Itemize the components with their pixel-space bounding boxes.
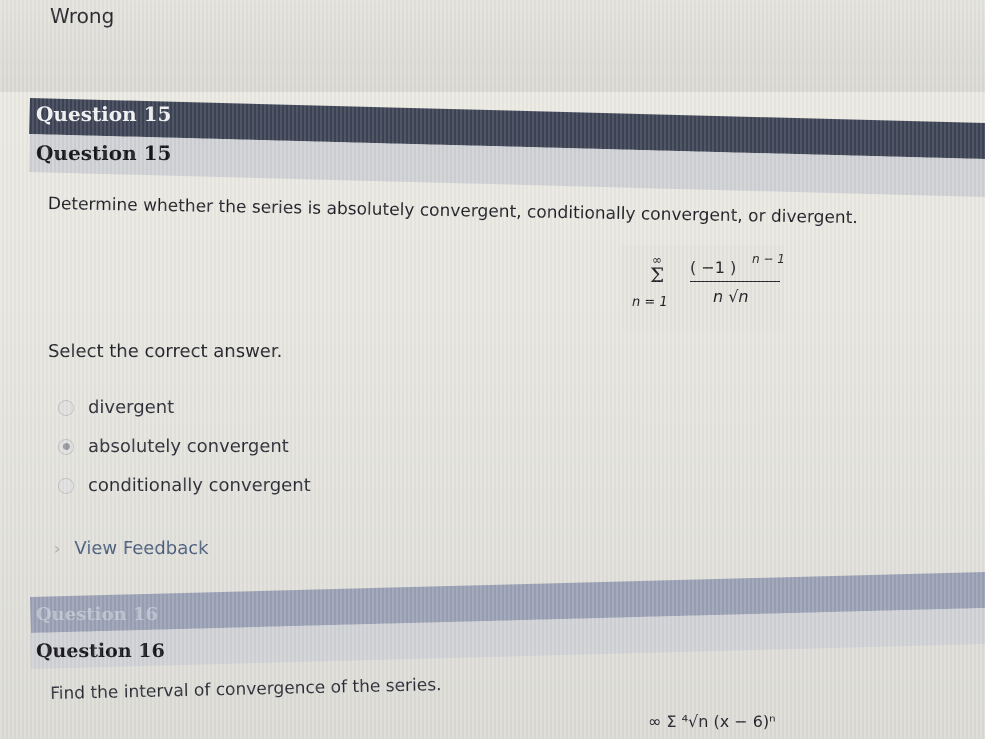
question-15-subheader: Question 15 bbox=[36, 141, 172, 165]
radio-selected-dot bbox=[62, 443, 70, 450]
option-conditionally-convergent[interactable]: conditionally convergent bbox=[58, 475, 311, 496]
chevron-right-icon: › bbox=[54, 539, 61, 558]
view-feedback-label: View Feedback bbox=[74, 538, 209, 559]
sum-lower-limit: n = 1 bbox=[632, 295, 668, 310]
radio-button-selected[interactable] bbox=[58, 438, 74, 455]
sum-symbol: Σ bbox=[650, 263, 665, 287]
question-15-header: Question 15 bbox=[36, 102, 172, 126]
option-label: conditionally convergent bbox=[88, 475, 311, 496]
option-label: absolutely convergent bbox=[88, 436, 289, 457]
series-denominator: n √n bbox=[713, 287, 749, 306]
radio-button[interactable] bbox=[58, 477, 74, 494]
option-label: divergent bbox=[88, 397, 175, 418]
radio-button[interactable] bbox=[58, 399, 74, 416]
option-divergent[interactable]: divergent bbox=[58, 397, 174, 418]
question-16-subheader: Question 16 bbox=[36, 640, 165, 662]
top-panel bbox=[0, 0, 985, 92]
series-exponent: n − 1 bbox=[752, 252, 785, 266]
question-16-series-expression: ∞ Σ ⁴√n (x − 6)ⁿ bbox=[648, 712, 776, 731]
option-absolutely-convergent[interactable]: absolutely convergent bbox=[58, 436, 289, 457]
status-label: Wrong bbox=[50, 4, 115, 28]
question-16-header: Question 16 bbox=[36, 604, 158, 625]
view-feedback-link[interactable]: › View Feedback bbox=[54, 538, 209, 559]
question-15-prompt: Determine whether the series is absolute… bbox=[47, 194, 858, 229]
series-numerator: ( −1 ) bbox=[690, 258, 737, 277]
question-16-prompt: Find the interval of convergence of the … bbox=[50, 675, 442, 704]
select-answer-label: Select the correct answer. bbox=[48, 341, 283, 362]
fraction-bar bbox=[690, 281, 780, 282]
